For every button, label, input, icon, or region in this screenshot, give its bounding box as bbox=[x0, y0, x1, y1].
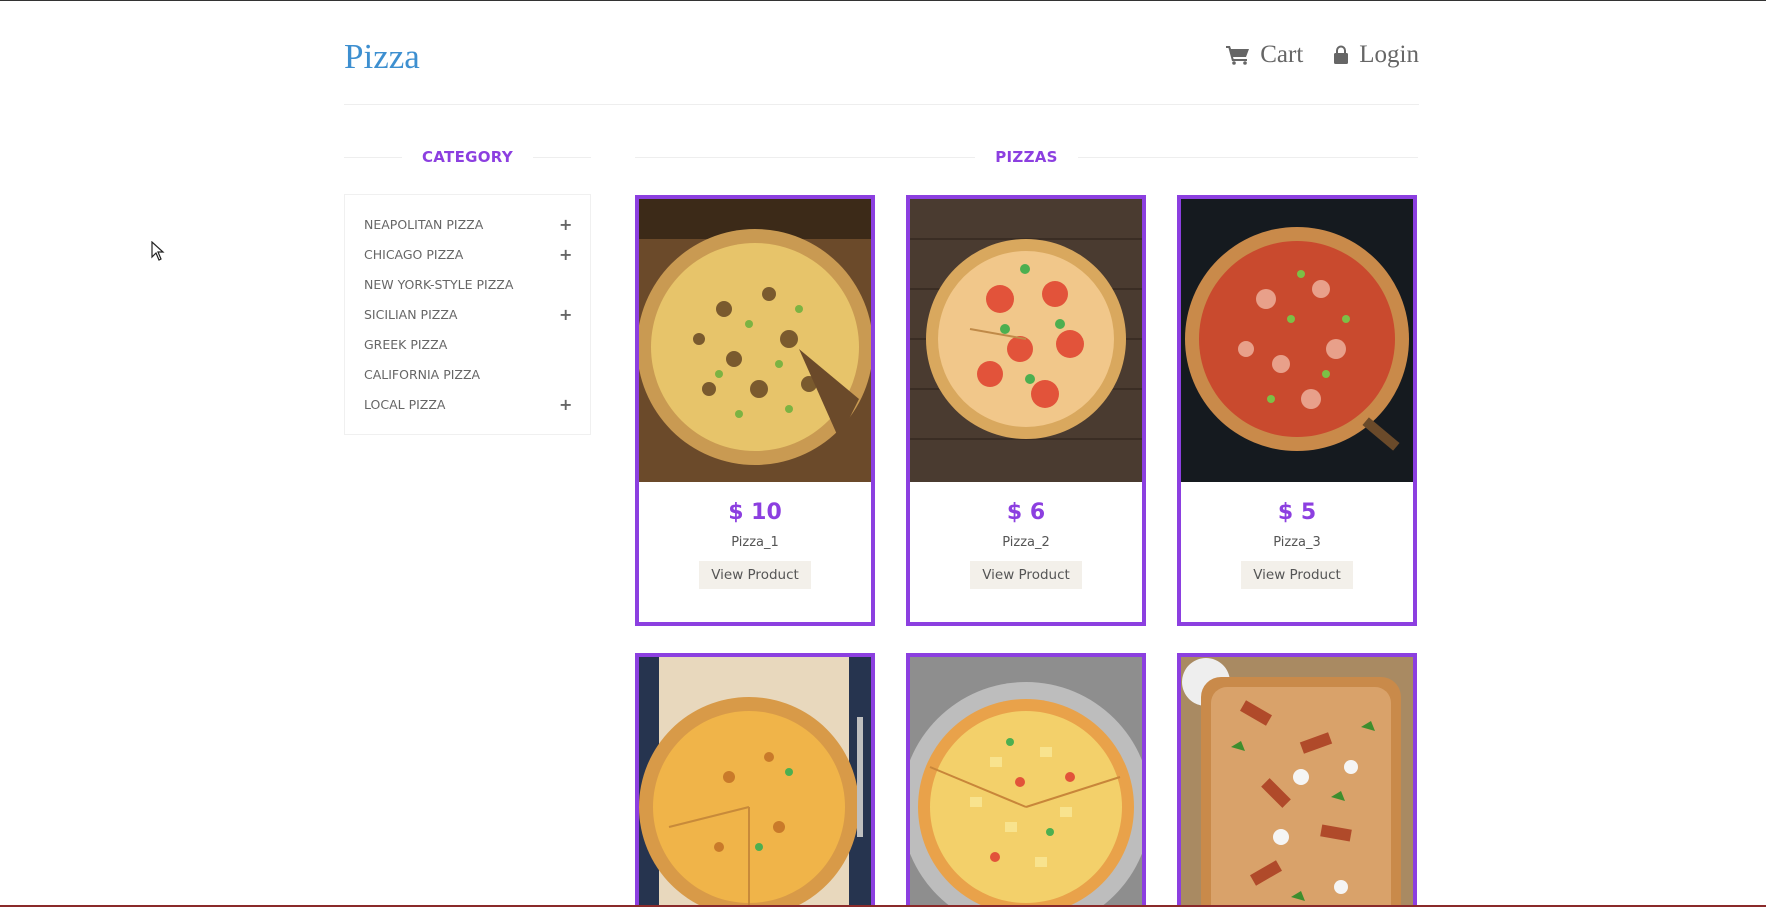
product-name: Pizza_2 bbox=[1002, 535, 1050, 550]
cart-link[interactable]: Cart bbox=[1226, 41, 1303, 69]
divider bbox=[533, 156, 591, 158]
product-card[interactable] bbox=[906, 653, 1146, 907]
pizzas-title: PIZZAS bbox=[995, 148, 1058, 166]
pizza-image[interactable] bbox=[639, 657, 871, 907]
category-heading: CATEGORY bbox=[344, 147, 591, 167]
category-panel: NEAPOLITAN PIZZA + CHICAGO PIZZA + NEW Y… bbox=[344, 194, 591, 435]
category-label: NEW YORK-STYLE PIZZA bbox=[364, 276, 514, 292]
category-item-greek[interactable]: GREEK PIZZA bbox=[364, 329, 571, 359]
product-info: $ 5 Pizza_3 View Product bbox=[1181, 482, 1413, 622]
product-card[interactable] bbox=[635, 653, 875, 907]
view-product-button[interactable]: View Product bbox=[970, 561, 1082, 589]
product-card[interactable]: $ 10 Pizza_1 View Product bbox=[635, 195, 875, 626]
login-label: Login bbox=[1359, 41, 1419, 68]
pizza-image[interactable] bbox=[1181, 657, 1413, 907]
pizza-image[interactable] bbox=[1181, 199, 1413, 482]
category-item-sicilian[interactable]: SICILIAN PIZZA + bbox=[364, 299, 572, 329]
category-item-neapolitan[interactable]: NEAPOLITAN PIZZA + bbox=[364, 209, 572, 239]
pizza-image-graphic bbox=[1181, 199, 1413, 482]
category-title: CATEGORY bbox=[422, 148, 513, 166]
product-info: $ 6 Pizza_2 View Product bbox=[910, 482, 1142, 622]
category-label: GREEK PIZZA bbox=[364, 336, 448, 352]
mouse-cursor-icon bbox=[151, 241, 165, 261]
login-link[interactable]: Login bbox=[1333, 41, 1419, 69]
pizza-image[interactable] bbox=[639, 199, 871, 482]
plus-icon[interactable]: + bbox=[559, 305, 572, 324]
pizza-image[interactable] bbox=[910, 657, 1142, 907]
pizza-image-graphic bbox=[1181, 657, 1413, 907]
divider bbox=[1077, 156, 1419, 158]
plus-icon[interactable]: + bbox=[559, 395, 572, 414]
category-label: NEAPOLITAN PIZZA bbox=[364, 216, 484, 232]
divider bbox=[635, 156, 976, 158]
pizzas-heading: PIZZAS bbox=[635, 147, 1419, 167]
cart-label: Cart bbox=[1260, 41, 1304, 68]
pizza-image-graphic bbox=[910, 657, 1142, 907]
site-header: Pizza Cart Login bbox=[344, 1, 1419, 105]
view-product-button[interactable]: View Product bbox=[1241, 561, 1353, 589]
cart-icon bbox=[1226, 46, 1250, 65]
product-card[interactable]: $ 5 Pizza_3 View Product bbox=[1177, 195, 1417, 626]
product-card[interactable] bbox=[1177, 653, 1417, 907]
product-price: $ 10 bbox=[728, 500, 782, 525]
plus-icon[interactable]: + bbox=[559, 215, 572, 234]
product-card[interactable]: $ 6 Pizza_2 View Product bbox=[906, 195, 1146, 626]
category-item-new-york[interactable]: NEW YORK-STYLE PIZZA bbox=[364, 269, 571, 299]
product-price: $ 6 bbox=[1006, 500, 1046, 525]
product-price: $ 5 bbox=[1277, 500, 1317, 525]
header-nav: Cart Login bbox=[1226, 41, 1419, 69]
product-name: Pizza_3 bbox=[1273, 535, 1321, 550]
category-label: CHICAGO PIZZA bbox=[364, 246, 464, 262]
product-info: $ 10 Pizza_1 View Product bbox=[639, 482, 871, 622]
plus-icon[interactable]: + bbox=[559, 245, 572, 264]
category-label: LOCAL PIZZA bbox=[364, 396, 446, 412]
pizza-image[interactable] bbox=[910, 199, 1142, 482]
category-item-chicago[interactable]: CHICAGO PIZZA + bbox=[364, 239, 572, 269]
product-name: Pizza_1 bbox=[731, 535, 779, 550]
category-label: SICILIAN PIZZA bbox=[364, 306, 458, 322]
category-item-local[interactable]: LOCAL PIZZA + bbox=[364, 389, 572, 419]
pizza-image-graphic bbox=[639, 657, 871, 907]
lock-icon bbox=[1334, 45, 1349, 64]
category-label: CALIFORNIA PIZZA bbox=[364, 366, 481, 382]
pizza-image-graphic bbox=[639, 199, 871, 482]
category-item-california[interactable]: CALIFORNIA PIZZA bbox=[364, 359, 571, 389]
pizza-image-graphic bbox=[910, 199, 1142, 482]
site-logo[interactable]: Pizza bbox=[344, 37, 420, 77]
view-product-button[interactable]: View Product bbox=[699, 561, 811, 589]
divider bbox=[344, 156, 402, 158]
